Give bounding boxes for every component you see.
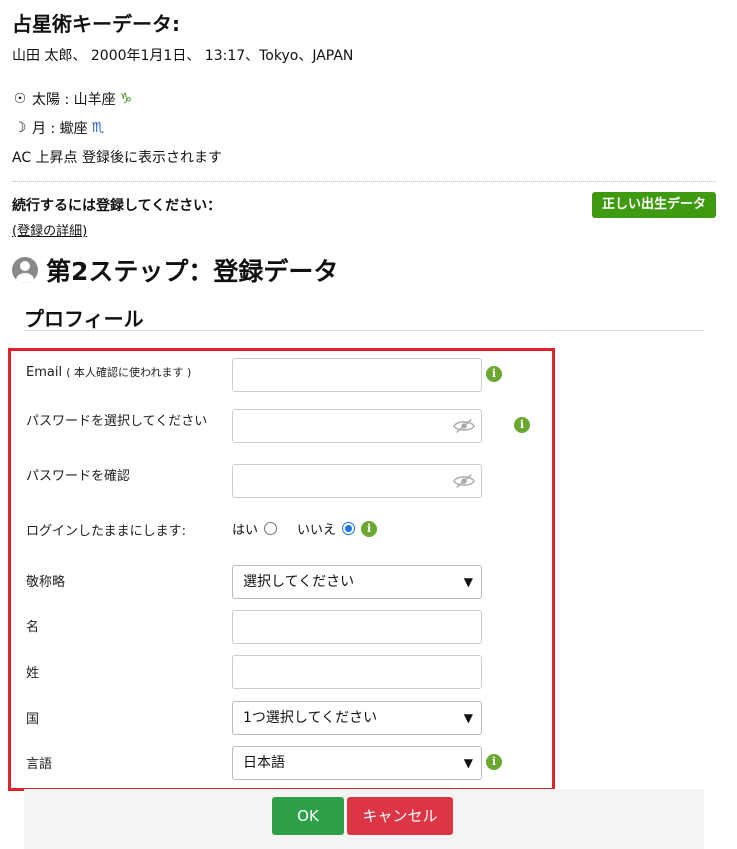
password-info-icon[interactable]: i xyxy=(514,417,530,433)
stay-logged-in-label: ログインしたままにします: xyxy=(26,524,186,539)
capricorn-icon: ♑ xyxy=(119,91,133,107)
password-label: パスワードを選択してください xyxy=(26,414,208,429)
yes-label: はい xyxy=(232,523,259,538)
language-label: 言語 xyxy=(26,757,53,772)
step-title-text: 第2ステップ：登録データ xyxy=(46,257,339,286)
scorpio-icon: ♏ xyxy=(91,120,105,136)
language-info-icon[interactable]: i xyxy=(486,754,502,770)
first-name-field[interactable] xyxy=(232,610,482,644)
email-info-icon[interactable]: i xyxy=(486,366,502,382)
planet-sun-text: 太陽 : 山羊座 xyxy=(32,92,116,108)
planet-moon-row: ☽ 月 : 蠍座 ♏ xyxy=(12,118,104,138)
language-select[interactable]: 日本語 ▼ xyxy=(232,746,482,780)
first-name-label: 名 xyxy=(26,620,40,635)
email-field[interactable] xyxy=(232,358,482,392)
chevron-down-icon: ▼ xyxy=(463,756,473,770)
yes-radio[interactable] xyxy=(264,522,278,535)
last-name-field[interactable] xyxy=(232,655,482,689)
language-value: 日本語 xyxy=(243,755,285,771)
registration-details-link[interactable]: (登録の詳細) xyxy=(12,220,87,239)
last-name-label: 姓 xyxy=(26,666,40,681)
stay-logged-in-info-icon[interactable]: i xyxy=(361,520,378,537)
no-radio[interactable] xyxy=(342,522,356,535)
ascendant-text: AC 上昇点 登録後に表示されます xyxy=(12,150,223,166)
honorific-label: 敬称略 xyxy=(26,575,66,590)
ok-button[interactable]: OK xyxy=(272,797,344,835)
sun-icon: ☉ xyxy=(13,91,27,107)
profile-heading: プロフィール xyxy=(24,307,144,331)
page-title: 占星術キーデータ: xyxy=(12,12,180,36)
honorific-select[interactable]: 選択してください ▼ xyxy=(232,565,482,599)
ascendant-row: AC 上昇点 登録後に表示されます xyxy=(12,147,222,167)
country-select[interactable]: 1つ選択してください ▼ xyxy=(232,701,482,735)
no-label: いいえ xyxy=(297,523,337,538)
moon-icon: ☽ xyxy=(13,120,27,136)
country-value: 1つ選択してください xyxy=(243,710,378,726)
profile-divider xyxy=(24,330,704,331)
email-label-text: Email xyxy=(26,365,63,380)
email-label: Email ( 本人確認に使われます ) xyxy=(26,364,191,380)
eye-slash-icon[interactable] xyxy=(453,473,475,489)
stay-logged-in-options: はい いいえ i xyxy=(232,519,378,538)
cancel-button[interactable]: キャンセル xyxy=(347,797,453,835)
email-note: ( 本人確認に使われます ) xyxy=(66,366,192,379)
eye-slash-icon[interactable] xyxy=(453,418,475,434)
honorific-value: 選択してください xyxy=(243,574,355,590)
password-field[interactable] xyxy=(232,409,482,443)
planet-sun-row: ☉ 太陽 : 山羊座 ♑ xyxy=(12,89,132,109)
password-confirm-label: パスワードを確認 xyxy=(26,469,131,484)
user-icon xyxy=(12,257,38,283)
correct-birth-data-button[interactable]: 正しい出生データ xyxy=(592,192,716,218)
divider xyxy=(12,181,716,182)
chevron-down-icon: ▼ xyxy=(463,575,473,589)
step-title: 第2ステップ：登録データ xyxy=(12,252,338,288)
planet-moon-text: 月 : 蠍座 xyxy=(32,121,88,137)
password-confirm-field[interactable] xyxy=(232,464,482,498)
register-message: 続行するには登録してください： xyxy=(12,198,222,214)
birth-info: 山田 太郎、 2000年1月1日、 13:17、Tokyo、JAPAN xyxy=(12,48,354,64)
country-label: 国 xyxy=(26,712,40,727)
chevron-down-icon: ▼ xyxy=(463,711,473,725)
